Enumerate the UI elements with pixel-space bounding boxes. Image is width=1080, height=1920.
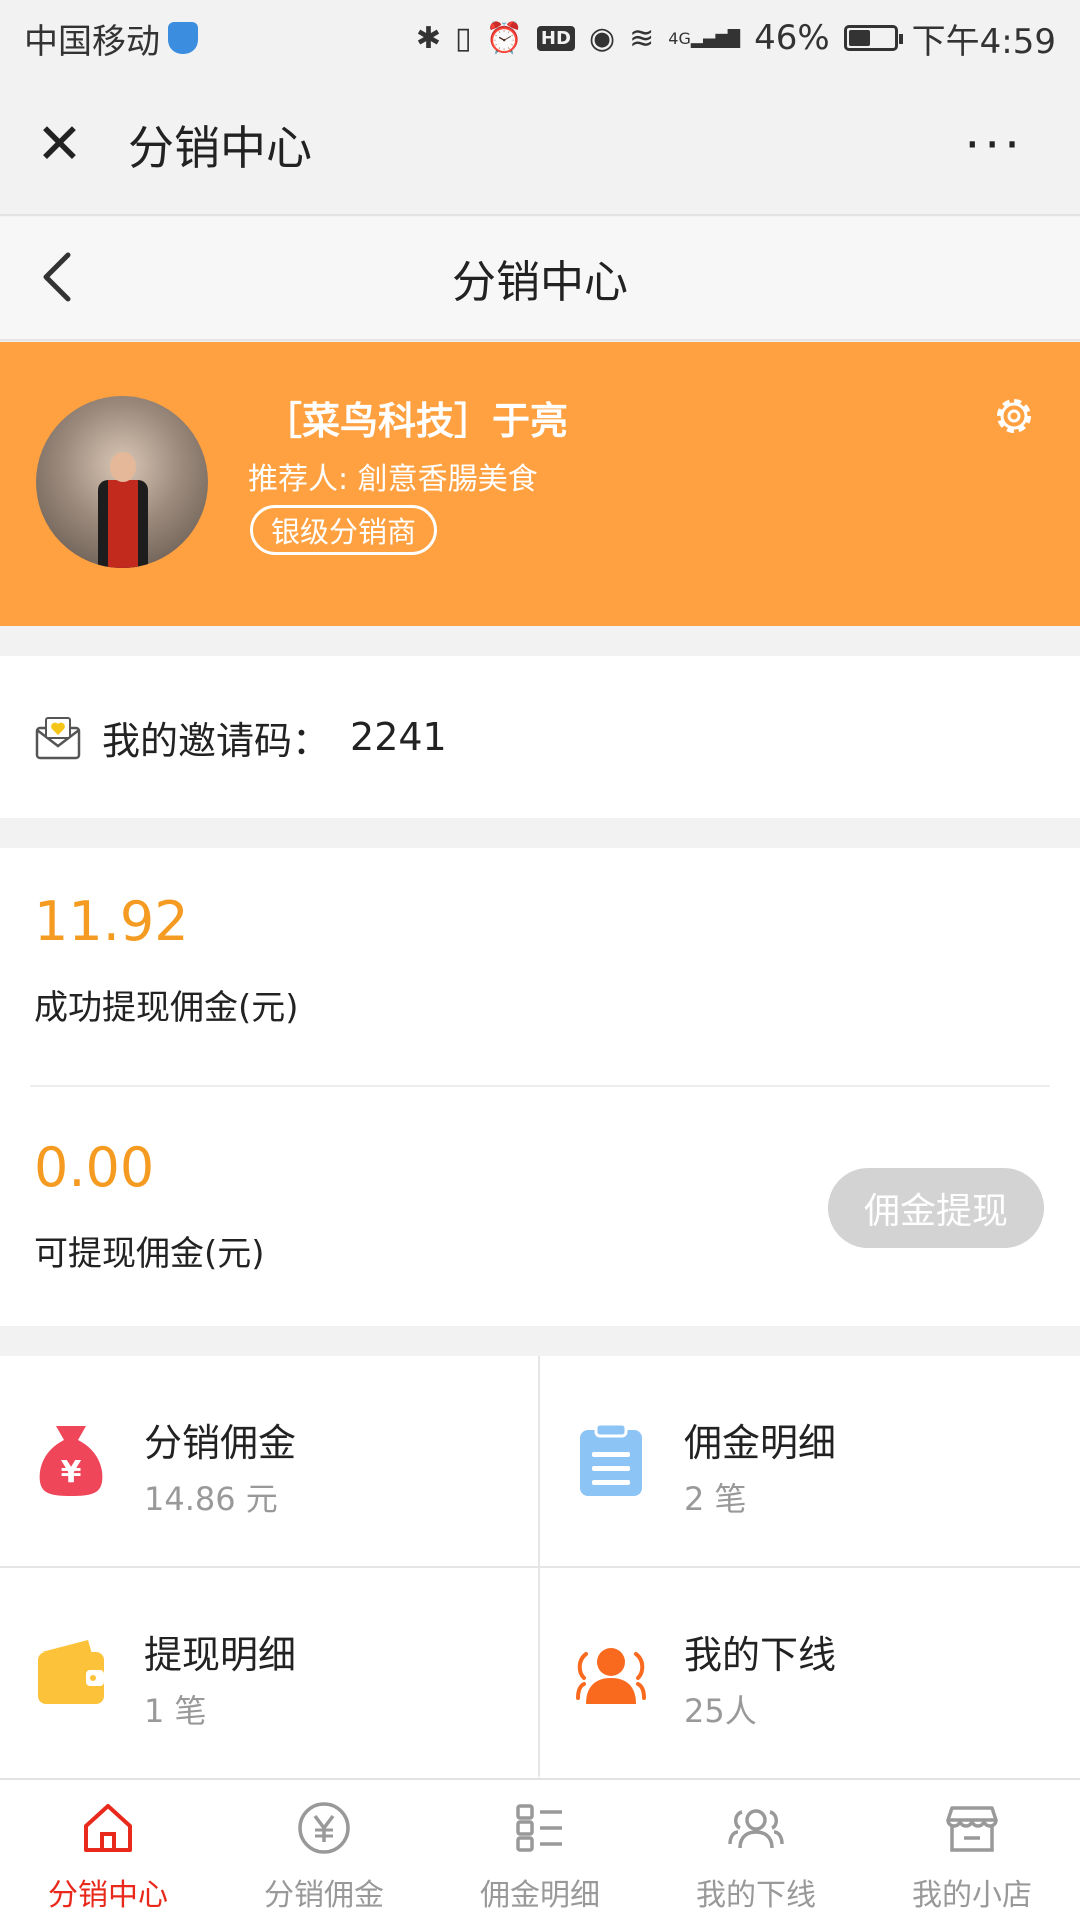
level-badge: 银级分销商 [250,505,438,555]
page-title: 分销中心 [452,257,628,308]
clipboard-icon [580,1422,642,1496]
withdraw-button[interactable]: 佣金提现 [828,1168,1044,1248]
svg-text:¥: ¥ [61,1455,82,1490]
grid-item-title: 分销佣金 [144,1421,297,1465]
withdrawn-amount: 11.92 [34,890,189,953]
tab-my-downline[interactable]: 我的下线 [648,1780,864,1920]
close-icon[interactable]: ✕ [36,117,86,173]
divider [30,1085,1050,1087]
grid-item-title: 提现明细 [144,1633,297,1677]
battery-icon [843,25,903,51]
page-navbar: 分销中心 [0,217,1080,341]
bottom-tab-bar: 分销中心 分销佣金 佣金明细 我的下线 我的小店 [0,1778,1080,1920]
tab-my-shop[interactable]: 我的小店 [864,1780,1080,1920]
withdrawn-label: 成功提现佣金(元) [34,988,299,1028]
available-amount: 0.00 [34,1136,155,1199]
vibrate-icon: ▯ [455,20,472,56]
wechat-title: 分销中心 [128,121,312,175]
shield-icon [168,22,198,54]
grid-item-title: 我的下线 [684,1633,837,1677]
status-bar: 中国移动 ✱ ▯ ⏰ HD ◉ ≋ 4G▂▄▆█ 46% 下午4:59 [0,0,1080,76]
grid-item-title: 佣金明细 [684,1421,837,1465]
tab-distribution-commission[interactable]: 分销佣金 [216,1780,432,1920]
wechat-bar: ✕ 分销中心 ··· [0,76,1080,216]
team-icon [728,1809,784,1849]
tab-distribution-center[interactable]: 分销中心 [0,1780,216,1920]
envelope-heart-icon [35,717,81,760]
eye-icon: ◉ [588,20,616,56]
tab-label: 分销中心 [48,1878,168,1913]
invite-code-label: 我的邀请码： [102,718,331,763]
wallet-icon [38,1640,104,1704]
carrier: 中国移动 [24,14,198,63]
shop-icon [946,1806,998,1852]
alarm-icon: ⏰ [485,20,523,56]
back-icon[interactable] [30,247,90,307]
tab-commission-details[interactable]: 佣金明细 [432,1780,648,1920]
clock: 下午4:59 [911,21,1056,62]
feature-grid: ¥ 分销佣金 14.86 元 佣金明细 2 笔 提现明细 1 笔 我的下线 25… [0,1356,1080,1778]
tab-label: 佣金明细 [480,1878,600,1913]
earnings-panel: 11.92 成功提现佣金(元) 0.00 可提现佣金(元) 佣金提现 [0,848,1080,1326]
network-type: 4G [668,28,691,48]
home-icon [84,1804,132,1852]
grid-item-my-downline[interactable]: 我的下线 25人 [540,1568,1080,1778]
tab-label: 我的小店 [912,1878,1032,1913]
settings-gear-icon[interactable] [990,392,1038,440]
profile-name: ［菜鸟科技］于亮 [264,399,569,443]
grid-item-commission-details[interactable]: 佣金明细 2 笔 [540,1356,1080,1566]
battery-percent: 46% [754,18,830,58]
grid-item-subtitle: 14.86 元 [144,1480,278,1518]
avatar[interactable] [36,396,208,568]
hd-icon: HD [536,25,575,51]
money-bag-icon: ¥ [39,1426,103,1496]
grid-item-subtitle: 1 笔 [144,1692,207,1730]
status-icons: ✱ ▯ ⏰ HD ◉ ≋ 4G▂▄▆█ 46% 下午4:59 [416,14,1056,63]
signal-icon: 4G▂▄▆█ [668,28,741,48]
grid-item-subtitle: 25人 [684,1692,757,1730]
wifi-icon: ≋ [629,20,655,56]
tab-label: 我的下线 [696,1878,816,1913]
bluetooth-icon: ✱ [415,20,442,56]
profile-card: ［菜鸟科技］于亮 推荐人: 創意香腸美食 银级分销商 [0,342,1080,626]
list-icon [516,1804,562,1852]
invite-code-row: 我的邀请码： 2241 [0,656,1080,818]
grid-item-withdrawal-details[interactable]: 提现明细 1 笔 [0,1568,538,1778]
tab-label: 分销佣金 [264,1878,384,1913]
invite-code-value: 2241 [350,715,447,759]
team-icon [576,1648,646,1704]
available-label: 可提现佣金(元) [34,1234,265,1274]
more-icon[interactable]: ··· [964,116,1044,174]
grid-item-subtitle: 2 笔 [684,1480,747,1518]
carrier-name: 中国移动 [24,21,160,62]
profile-referrer: 推荐人: 創意香腸美食 [248,462,538,497]
grid-item-distribution-commission[interactable]: ¥ 分销佣金 14.86 元 [0,1356,538,1566]
yen-circle-icon [298,1802,350,1854]
